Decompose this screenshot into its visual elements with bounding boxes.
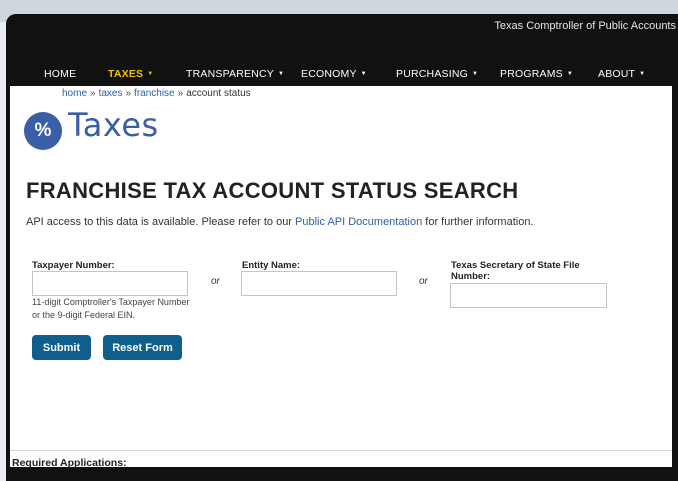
caret-down-icon: ▼ (147, 71, 154, 77)
agency-link[interactable]: Texas Comptroller of Public Accounts (494, 20, 676, 32)
breadcrumb-franchise[interactable]: franchise (134, 88, 175, 99)
breadcrumb: home» taxes» franchise» account status (62, 88, 251, 99)
nav-taxes[interactable]: TAXES ▼ (108, 68, 153, 80)
reset-form-button[interactable]: Reset Form (103, 335, 182, 360)
breadcrumb-separator: » (125, 88, 132, 99)
divider (10, 450, 672, 451)
nav-purchasing[interactable]: PURCHASING ▼ (396, 68, 478, 80)
percent-icon: % (24, 112, 62, 150)
sos-file-number-input[interactable] (450, 283, 607, 308)
entity-name-input[interactable] (241, 271, 397, 296)
submit-button[interactable]: Submit (32, 335, 91, 360)
breadcrumb-separator: » (90, 88, 96, 99)
required-applications-heading: Required Applications: (12, 457, 127, 469)
breadcrumb-current: account status (186, 88, 251, 99)
nav-transparency[interactable]: TRANSPARENCY ▼ (186, 68, 284, 80)
page-content: home» taxes» franchise» account status % Ta… (10, 86, 672, 469)
caret-down-icon: ▼ (566, 71, 573, 77)
caret-down-icon: ▼ (277, 71, 285, 77)
nav-programs[interactable]: PROGRAMS ▼ (500, 68, 573, 80)
api-docs-link[interactable]: Public API Documentation (295, 216, 422, 228)
breadcrumb-taxes[interactable]: taxes (99, 88, 123, 99)
breadcrumb-home[interactable]: home (62, 88, 87, 99)
breadcrumb-separator: » (177, 88, 184, 99)
section-title: Taxes (68, 106, 159, 144)
nav-economy[interactable]: ECONOMY ▼ (301, 68, 367, 80)
caret-down-icon: ▼ (360, 71, 367, 77)
or-text: or (419, 276, 428, 287)
taxpayer-number-hint: 11-digit Comptroller's Taxpayer Number o… (32, 297, 190, 320)
api-intro: API access to this data is available. Pl… (26, 216, 534, 228)
or-text: or (211, 276, 220, 287)
nav-home[interactable]: HOME (44, 68, 76, 80)
entity-name-label: Entity Name: (242, 260, 301, 271)
taxpayer-number-label: Taxpayer Number: (32, 260, 115, 271)
sos-file-number-label: Texas Secretary of State File Number: (451, 260, 580, 282)
caret-down-icon: ▼ (639, 71, 646, 77)
caret-down-icon: ▼ (472, 71, 479, 77)
nav-about[interactable]: ABOUT ▼ (598, 68, 645, 80)
page-title: FRANCHISE TAX ACCOUNT STATUS SEARCH (26, 178, 519, 203)
taxpayer-number-input[interactable] (32, 271, 188, 296)
